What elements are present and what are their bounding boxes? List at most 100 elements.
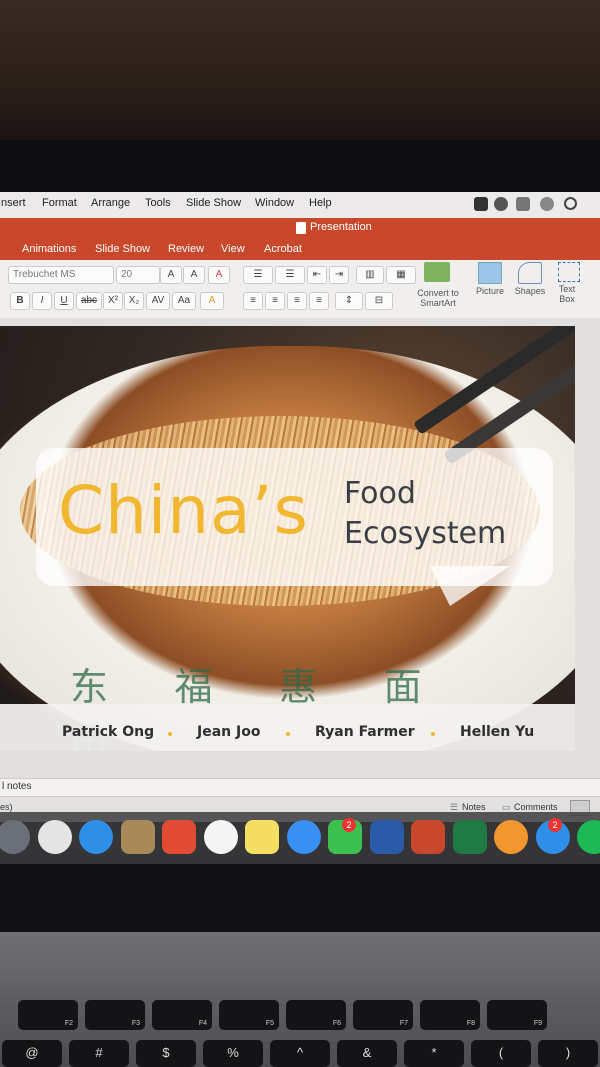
messages-icon[interactable] [286, 820, 321, 854]
smartart-icon[interactable] [424, 262, 450, 282]
notes-button[interactable]: Notes [462, 802, 486, 812]
symbol-key[interactable]: * [404, 1040, 464, 1067]
text-box-icon[interactable] [558, 262, 580, 282]
symbol-key[interactable]: @ [2, 1040, 62, 1067]
slide-title-line1[interactable]: Food [344, 476, 416, 511]
laptop-screen: Insert Format Arrange Tools Slide Show W… [0, 192, 600, 822]
function-key-label: F6 [332, 1020, 341, 1027]
subscript-button[interactable]: X₂ [124, 292, 144, 310]
italic-button[interactable]: I [32, 292, 52, 310]
menu-arrange[interactable]: Arrange [91, 197, 130, 209]
increase-indent-icon[interactable]: ⇥ [329, 266, 349, 284]
tab-review[interactable]: Review [168, 243, 204, 255]
shrink-font-button[interactable]: A [183, 266, 205, 284]
tab-acrobat[interactable]: Acrobat [264, 243, 302, 255]
function-key[interactable]: F8 [420, 1000, 480, 1030]
mac-menubar: Insert Format Arrange Tools Slide Show W… [0, 192, 600, 219]
function-key[interactable]: F3 [85, 1000, 145, 1030]
bullets-icon[interactable]: ☰ [243, 266, 273, 284]
text-box-label[interactable]: Text Box [552, 284, 582, 304]
safari-icon[interactable] [79, 820, 113, 854]
function-key[interactable]: F5 [219, 1000, 279, 1030]
powerpoint-icon[interactable] [411, 820, 445, 854]
chrome-icon[interactable] [37, 820, 72, 854]
symbol-key[interactable]: # [69, 1040, 129, 1067]
convert-smartart-label[interactable]: Convert to SmartArt [410, 288, 466, 308]
creative-cloud-icon[interactable] [540, 197, 554, 211]
tab-animations[interactable]: Animations [22, 243, 76, 255]
menu-slide-show[interactable]: Slide Show [186, 197, 241, 209]
picture-icon[interactable] [478, 262, 502, 284]
numbering-icon[interactable]: ☰ [275, 266, 305, 284]
notes-placeholder[interactable]: l notes [2, 781, 31, 792]
function-key[interactable]: F4 [152, 1000, 212, 1030]
menu-help[interactable]: Help [309, 197, 332, 209]
superscript-button[interactable]: X² [103, 292, 123, 310]
symbol-key[interactable]: & [337, 1040, 397, 1067]
wechat-icon[interactable] [494, 197, 508, 211]
notes-icon[interactable] [245, 820, 279, 854]
function-key[interactable]: F9 [487, 1000, 547, 1030]
align-right-icon[interactable]: ≡ [287, 292, 307, 310]
laptop-bezel-top [0, 140, 600, 196]
excel-icon[interactable] [452, 820, 487, 854]
author-name[interactable]: Patrick Ong [62, 724, 154, 740]
strikethrough-button[interactable]: abc [76, 292, 102, 310]
function-key[interactable]: F6 [286, 1000, 346, 1030]
font-size-select[interactable]: 20 [116, 266, 160, 284]
word-icon[interactable] [369, 820, 404, 854]
font-color-button[interactable]: A [200, 292, 224, 310]
notes-pane[interactable]: l notes [0, 778, 600, 797]
separator-dot [168, 732, 172, 736]
document-icon [296, 222, 306, 234]
photos-icon[interactable] [203, 820, 238, 854]
function-key[interactable]: F2 [18, 1000, 78, 1030]
shapes-icon[interactable] [518, 262, 542, 284]
symbol-key[interactable]: ) [538, 1040, 598, 1067]
comments-button[interactable]: Comments [514, 802, 558, 812]
font-name-select[interactable]: Trebuchet MS [8, 266, 114, 284]
align-left-icon[interactable]: ≡ [243, 292, 263, 310]
columns-icon[interactable]: ▥ [356, 266, 384, 284]
grow-font-button[interactable]: A [160, 266, 182, 284]
menu-format[interactable]: Format [42, 197, 77, 209]
line-spacing-icon[interactable]: ⊟ [365, 292, 393, 310]
author-name[interactable]: Ryan Farmer [315, 724, 415, 740]
author-name[interactable]: Jean Joo [197, 724, 260, 740]
clear-format-icon[interactable]: A [208, 266, 230, 284]
menu-window[interactable]: Window [255, 197, 294, 209]
character-spacing-button[interactable]: AV [146, 292, 170, 310]
symbol-key[interactable]: ^ [270, 1040, 330, 1067]
function-key-label: F7 [399, 1020, 408, 1027]
sync-icon[interactable] [564, 197, 577, 210]
bookmark-icon[interactable] [474, 197, 488, 211]
symbol-key[interactable]: $ [136, 1040, 196, 1067]
slide-title-main[interactable]: China’s [58, 472, 309, 549]
shapes-label[interactable]: Shapes [510, 286, 550, 296]
change-case-button[interactable]: Aa [172, 292, 196, 310]
symbol-key[interactable]: % [203, 1040, 263, 1067]
justify-icon[interactable]: ≡ [309, 292, 329, 310]
activity-icon[interactable] [516, 197, 530, 211]
menu-tools[interactable]: Tools [145, 197, 171, 209]
text-direction-icon[interactable]: ▦ [386, 266, 416, 284]
align-center-icon[interactable]: ≡ [265, 292, 285, 310]
wunderlist-icon[interactable] [162, 820, 196, 854]
align-text-icon[interactable]: ⇕ [335, 292, 363, 310]
title-slide[interactable]: 东 福 惠 面 田 China’s Food Ecosystem Patrick… [0, 326, 575, 751]
decrease-indent-icon[interactable]: ⇤ [307, 266, 327, 284]
facetime-badge: 2 [342, 818, 356, 832]
tab-slide-show[interactable]: Slide Show [95, 243, 150, 255]
tab-view[interactable]: View [221, 243, 245, 255]
picture-label[interactable]: Picture [472, 286, 508, 296]
status-left-text: es) [0, 802, 13, 812]
menu-insert[interactable]: Insert [0, 197, 26, 209]
ibooks-icon[interactable] [494, 820, 528, 854]
slide-title-line2[interactable]: Ecosystem [344, 516, 506, 551]
underline-button[interactable]: U [54, 292, 74, 310]
notefile-icon[interactable] [120, 820, 155, 854]
function-key[interactable]: F7 [353, 1000, 413, 1030]
symbol-key[interactable]: ( [471, 1040, 531, 1067]
author-name[interactable]: Hellen Yu [460, 724, 534, 740]
bold-button[interactable]: B [10, 292, 30, 310]
